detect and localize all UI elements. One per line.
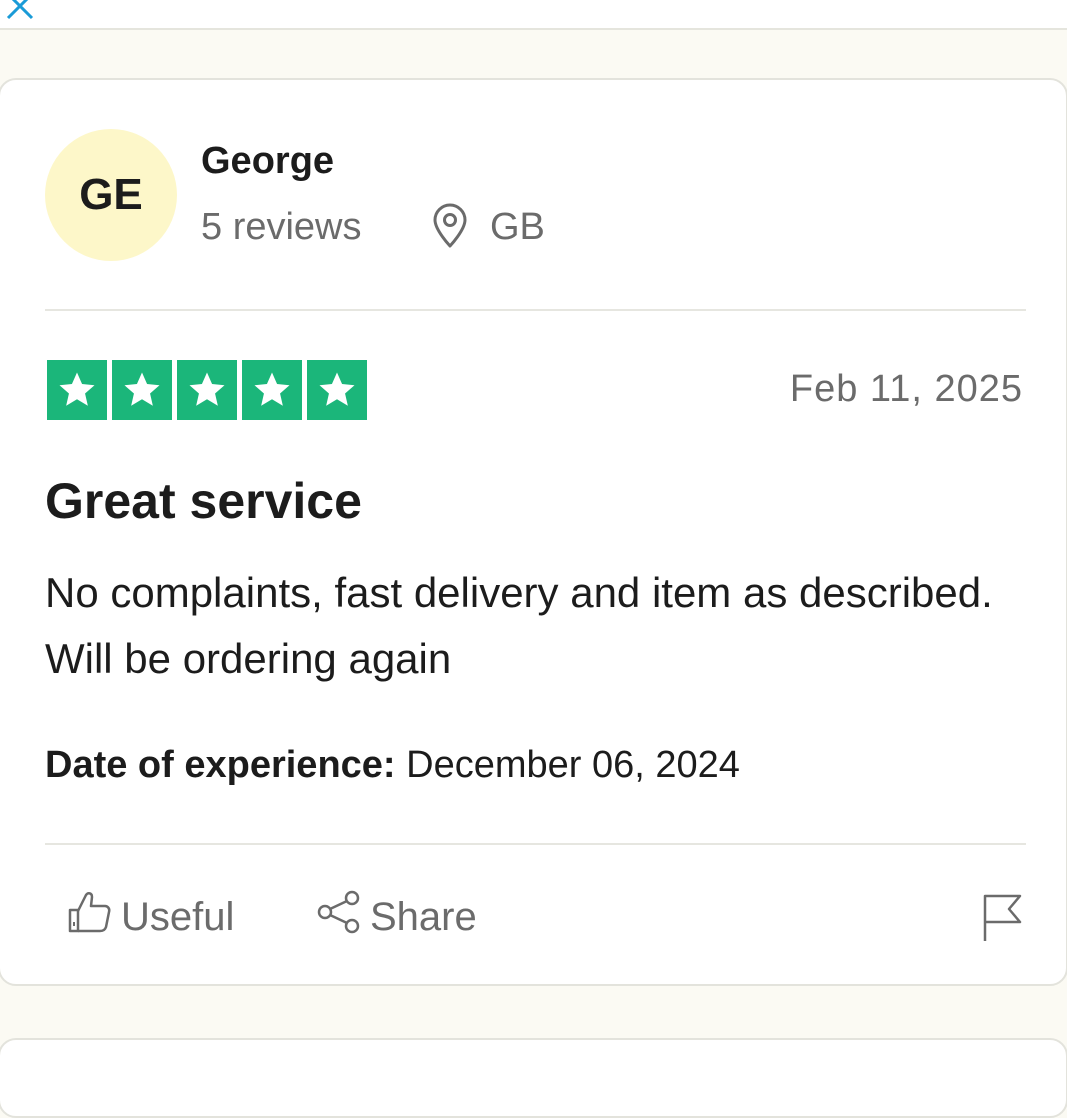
- reviewer-name[interactable]: George: [201, 140, 334, 183]
- star-icon: [242, 360, 302, 420]
- avatar-initials: GE: [79, 170, 143, 219]
- star-icon: [177, 360, 237, 420]
- share-label: Share: [370, 894, 477, 939]
- star-icon: [112, 360, 172, 420]
- review-count: 5 reviews: [201, 206, 362, 248]
- share-button[interactable]: Share: [316, 890, 477, 944]
- review-date: Feb 11, 2025: [789, 368, 1023, 410]
- close-icon[interactable]: [4, 0, 36, 27]
- date-of-experience: Date of experience: December 06, 2024: [45, 744, 740, 787]
- star-icon: [47, 360, 107, 420]
- reviewer-country: GB: [490, 206, 545, 248]
- top-bar: [0, 0, 1067, 30]
- next-review-card: [0, 1038, 1067, 1118]
- location-pin-icon: [430, 203, 470, 254]
- experience-label: Date of experience:: [45, 744, 396, 786]
- useful-label: Useful: [121, 894, 235, 939]
- share-icon: [316, 890, 370, 944]
- flag-icon[interactable]: [980, 893, 1026, 948]
- experience-date: December 06, 2024: [406, 744, 740, 786]
- divider: [45, 843, 1026, 845]
- divider: [45, 309, 1026, 311]
- thumbs-up-icon: [67, 890, 121, 944]
- review-title: Great service: [45, 473, 362, 529]
- star-icon: [307, 360, 367, 420]
- star-rating: [47, 360, 367, 420]
- review-body: No complaints, fast delivery and item as…: [45, 569, 993, 682]
- useful-button[interactable]: Useful: [67, 890, 234, 944]
- avatar[interactable]: GE: [45, 129, 177, 261]
